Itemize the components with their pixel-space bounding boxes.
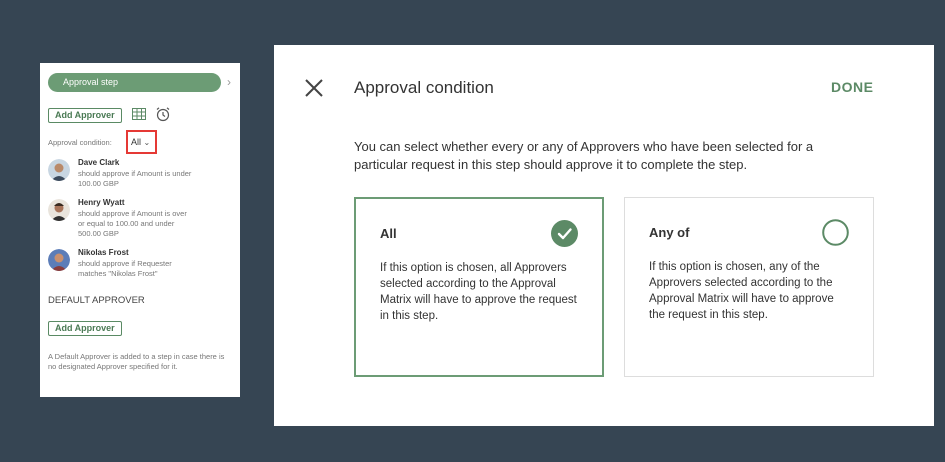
approver-name: Henry Wyatt: [78, 198, 125, 207]
avatar: [48, 199, 70, 221]
option-title: Any of: [649, 225, 690, 240]
option-all[interactable]: All If this option is chosen, all Approv…: [354, 197, 604, 377]
chevron-down-icon: ⌄: [143, 138, 151, 147]
done-button[interactable]: DONE: [831, 79, 873, 95]
option-description: If this option is chosen, all Approvers …: [380, 262, 577, 322]
approver-rule: should approve if Requester matches "Nik…: [78, 259, 172, 278]
approval-step-panel: Approval step › Add Approver Approval co…: [40, 63, 240, 397]
approval-condition-dialog: Approval condition DONE You can select w…: [274, 45, 934, 426]
option-description: If this option is chosen, any of the App…: [649, 261, 834, 321]
avatar: [48, 159, 70, 181]
close-icon[interactable]: [304, 78, 324, 98]
table-icon[interactable]: [132, 108, 146, 120]
approval-condition-label: Approval condition:: [48, 138, 112, 147]
approver-name: Nikolas Frost: [78, 248, 129, 257]
approver-rule: should approve if Amount is over or equa…: [78, 209, 187, 238]
chevron-right-icon[interactable]: ›: [227, 73, 231, 92]
dialog-description: You can select whether every or any of A…: [354, 139, 814, 172]
approval-condition-select[interactable]: All ⌄: [126, 130, 157, 154]
alarm-clock-icon[interactable]: [155, 106, 171, 122]
approval-condition-value: All: [131, 137, 142, 147]
default-approver-title: DEFAULT APPROVER: [48, 295, 145, 306]
default-approver-note: A Default Approver is added to a step in…: [48, 352, 225, 371]
approval-step-header[interactable]: Approval step: [48, 73, 221, 92]
check-circle-icon: [551, 220, 578, 247]
dialog-title: Approval condition: [354, 78, 494, 97]
approver-rule: should approve if Amount is under 100.00…: [78, 169, 192, 188]
add-approver-button[interactable]: Add Approver: [48, 108, 122, 123]
avatar: [48, 249, 70, 271]
add-default-approver-button[interactable]: Add Approver: [48, 321, 122, 336]
radio-empty-icon: [822, 219, 849, 246]
approver-name: Dave Clark: [78, 158, 120, 167]
option-title: All: [380, 226, 397, 241]
option-any-of[interactable]: Any of If this option is chosen, any of …: [624, 197, 874, 377]
